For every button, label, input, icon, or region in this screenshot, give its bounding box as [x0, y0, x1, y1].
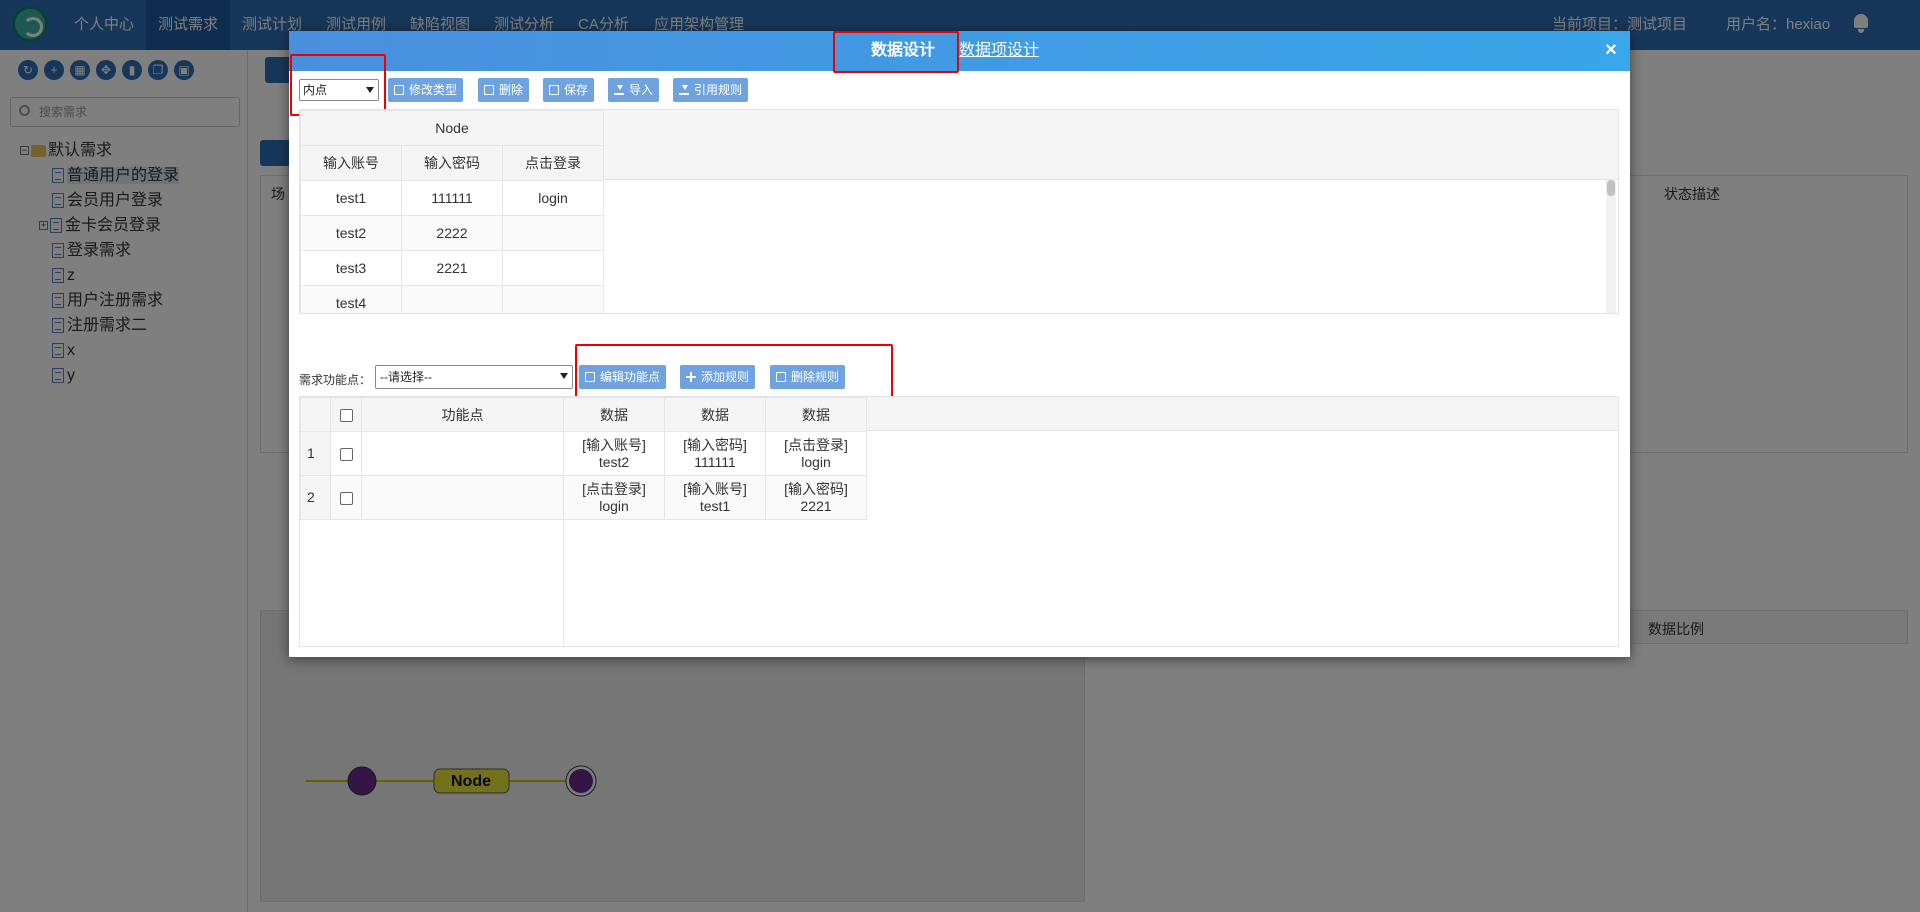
table-cell[interactable] — [502, 215, 604, 251]
reference-rule-button[interactable]: 引用规则 — [673, 78, 749, 102]
column-divider — [563, 431, 564, 646]
button-label: 删除 — [499, 83, 524, 97]
data-value: 2221 — [800, 497, 832, 514]
row-number: 1 — [300, 431, 331, 476]
table-cell[interactable]: test1 — [300, 180, 402, 216]
data-key: [输入账号] — [683, 480, 747, 497]
edit-icon — [394, 85, 404, 95]
column-header: 功能点 — [361, 397, 564, 432]
table-row[interactable]: 2 [点击登录] login [输入账号] test1 [输入密码] 2221 — [300, 475, 867, 520]
node-group-header: Node — [300, 110, 604, 146]
data-cell[interactable]: [输入账号] test1 — [664, 475, 766, 520]
table-row[interactable]: test2 2222 — [300, 215, 604, 251]
table-cell[interactable]: 2222 — [401, 215, 503, 251]
data-cell[interactable]: [点击登录] login — [765, 431, 867, 476]
vertical-scrollbar[interactable] — [1606, 180, 1616, 313]
column-header: 数据 — [664, 397, 766, 432]
delete-button[interactable]: 删除 — [478, 78, 530, 102]
button-label: 引用规则 — [694, 83, 743, 97]
data-key: [点击登录] — [582, 480, 646, 497]
data-cell[interactable]: [点击登录] login — [563, 475, 665, 520]
table-cell[interactable] — [401, 285, 503, 313]
column-header: 点击登录 — [502, 145, 604, 181]
data-value: test1 — [699, 497, 731, 514]
data-design-dialog: 数据设计 数据项设计 × 内点 修改类型 删除 保存 导入 引用规则 Node … — [289, 31, 1630, 657]
data-cell[interactable]: [输入账号] test2 — [563, 431, 665, 476]
grid-header-filler — [603, 110, 1618, 180]
tab-data-item-design[interactable]: 数据项设计 — [959, 31, 1039, 71]
column-header: 数据 — [563, 397, 665, 432]
data-value: login — [801, 453, 831, 470]
grid-header-filler — [867, 397, 1618, 431]
table-row[interactable]: test1 111111 login — [300, 180, 604, 216]
column-header: 数据 — [765, 397, 867, 432]
column-header: 输入账号 — [300, 145, 402, 181]
table-cell[interactable]: test4 — [300, 285, 402, 313]
change-type-button[interactable]: 修改类型 — [388, 78, 464, 102]
download-icon — [614, 85, 624, 95]
download-icon — [679, 85, 689, 95]
row-select-cell — [330, 431, 362, 476]
function-point-label: 需求功能点： — [299, 373, 372, 387]
data-value: test2 — [598, 453, 630, 470]
import-button[interactable]: 导入 — [608, 78, 660, 102]
table-row[interactable]: test4 — [300, 285, 604, 313]
data-cell[interactable]: [输入密码] 111111 — [664, 431, 766, 476]
data-cell[interactable]: [输入密码] 2221 — [765, 475, 867, 520]
save-button[interactable]: 保存 — [543, 78, 595, 102]
highlight-box-select — [290, 54, 386, 116]
table-cell[interactable] — [502, 250, 604, 286]
row-checkbox[interactable] — [339, 491, 353, 505]
table-cell[interactable]: 111111 — [401, 180, 503, 216]
close-icon[interactable]: × — [1600, 39, 1622, 61]
data-key: [输入密码] — [784, 480, 848, 497]
select-all-checkbox[interactable] — [339, 409, 353, 423]
table-cell[interactable]: test2 — [300, 215, 402, 251]
row-number: 2 — [300, 475, 331, 520]
function-point-cell[interactable] — [361, 431, 564, 476]
table-cell[interactable]: test3 — [300, 250, 402, 286]
save-icon — [549, 85, 559, 95]
row-checkbox[interactable] — [339, 447, 353, 461]
button-label: 导入 — [629, 83, 654, 97]
data-key: [输入密码] — [683, 436, 747, 453]
table-cell[interactable]: 2221 — [401, 250, 503, 286]
trash-icon — [484, 85, 494, 95]
data-value: 111111 — [694, 453, 736, 470]
node-data-grid: Node 输入账号 输入密码 点击登录 test1 111111 login t… — [299, 109, 1619, 314]
table-row[interactable]: test3 2221 — [300, 250, 604, 286]
column-header: 输入密码 — [401, 145, 503, 181]
table-cell[interactable]: login — [502, 180, 604, 216]
node-data-table: Node 输入账号 输入密码 点击登录 test1 111111 login t… — [300, 110, 604, 313]
function-point-select[interactable]: --请选择-- — [375, 365, 573, 389]
select-all-header — [330, 397, 362, 432]
button-label: 修改类型 — [409, 83, 458, 97]
dialog-header: 数据设计 数据项设计 × — [289, 31, 1630, 71]
chevron-down-icon — [560, 373, 568, 379]
button-label: 保存 — [564, 83, 589, 97]
data-key: [输入账号] — [582, 436, 646, 453]
row-number-header — [300, 397, 331, 432]
function-point-value: --请选择-- — [380, 370, 432, 384]
function-point-cell[interactable] — [361, 475, 564, 520]
highlight-box-tab — [833, 31, 959, 73]
rule-table: 功能点 数据 数据 数据 1 [输入账号] test2 [输入密码] 111111 … — [300, 397, 867, 520]
table-row[interactable]: 1 [输入账号] test2 [输入密码] 111111 [点击登录] login — [300, 431, 867, 476]
data-value: login — [599, 497, 629, 514]
table-cell[interactable] — [502, 285, 604, 313]
rule-grid: 功能点 数据 数据 数据 1 [输入账号] test2 [输入密码] 111111 … — [299, 396, 1619, 647]
data-key: [点击登录] — [784, 436, 848, 453]
row-select-cell — [330, 475, 362, 520]
